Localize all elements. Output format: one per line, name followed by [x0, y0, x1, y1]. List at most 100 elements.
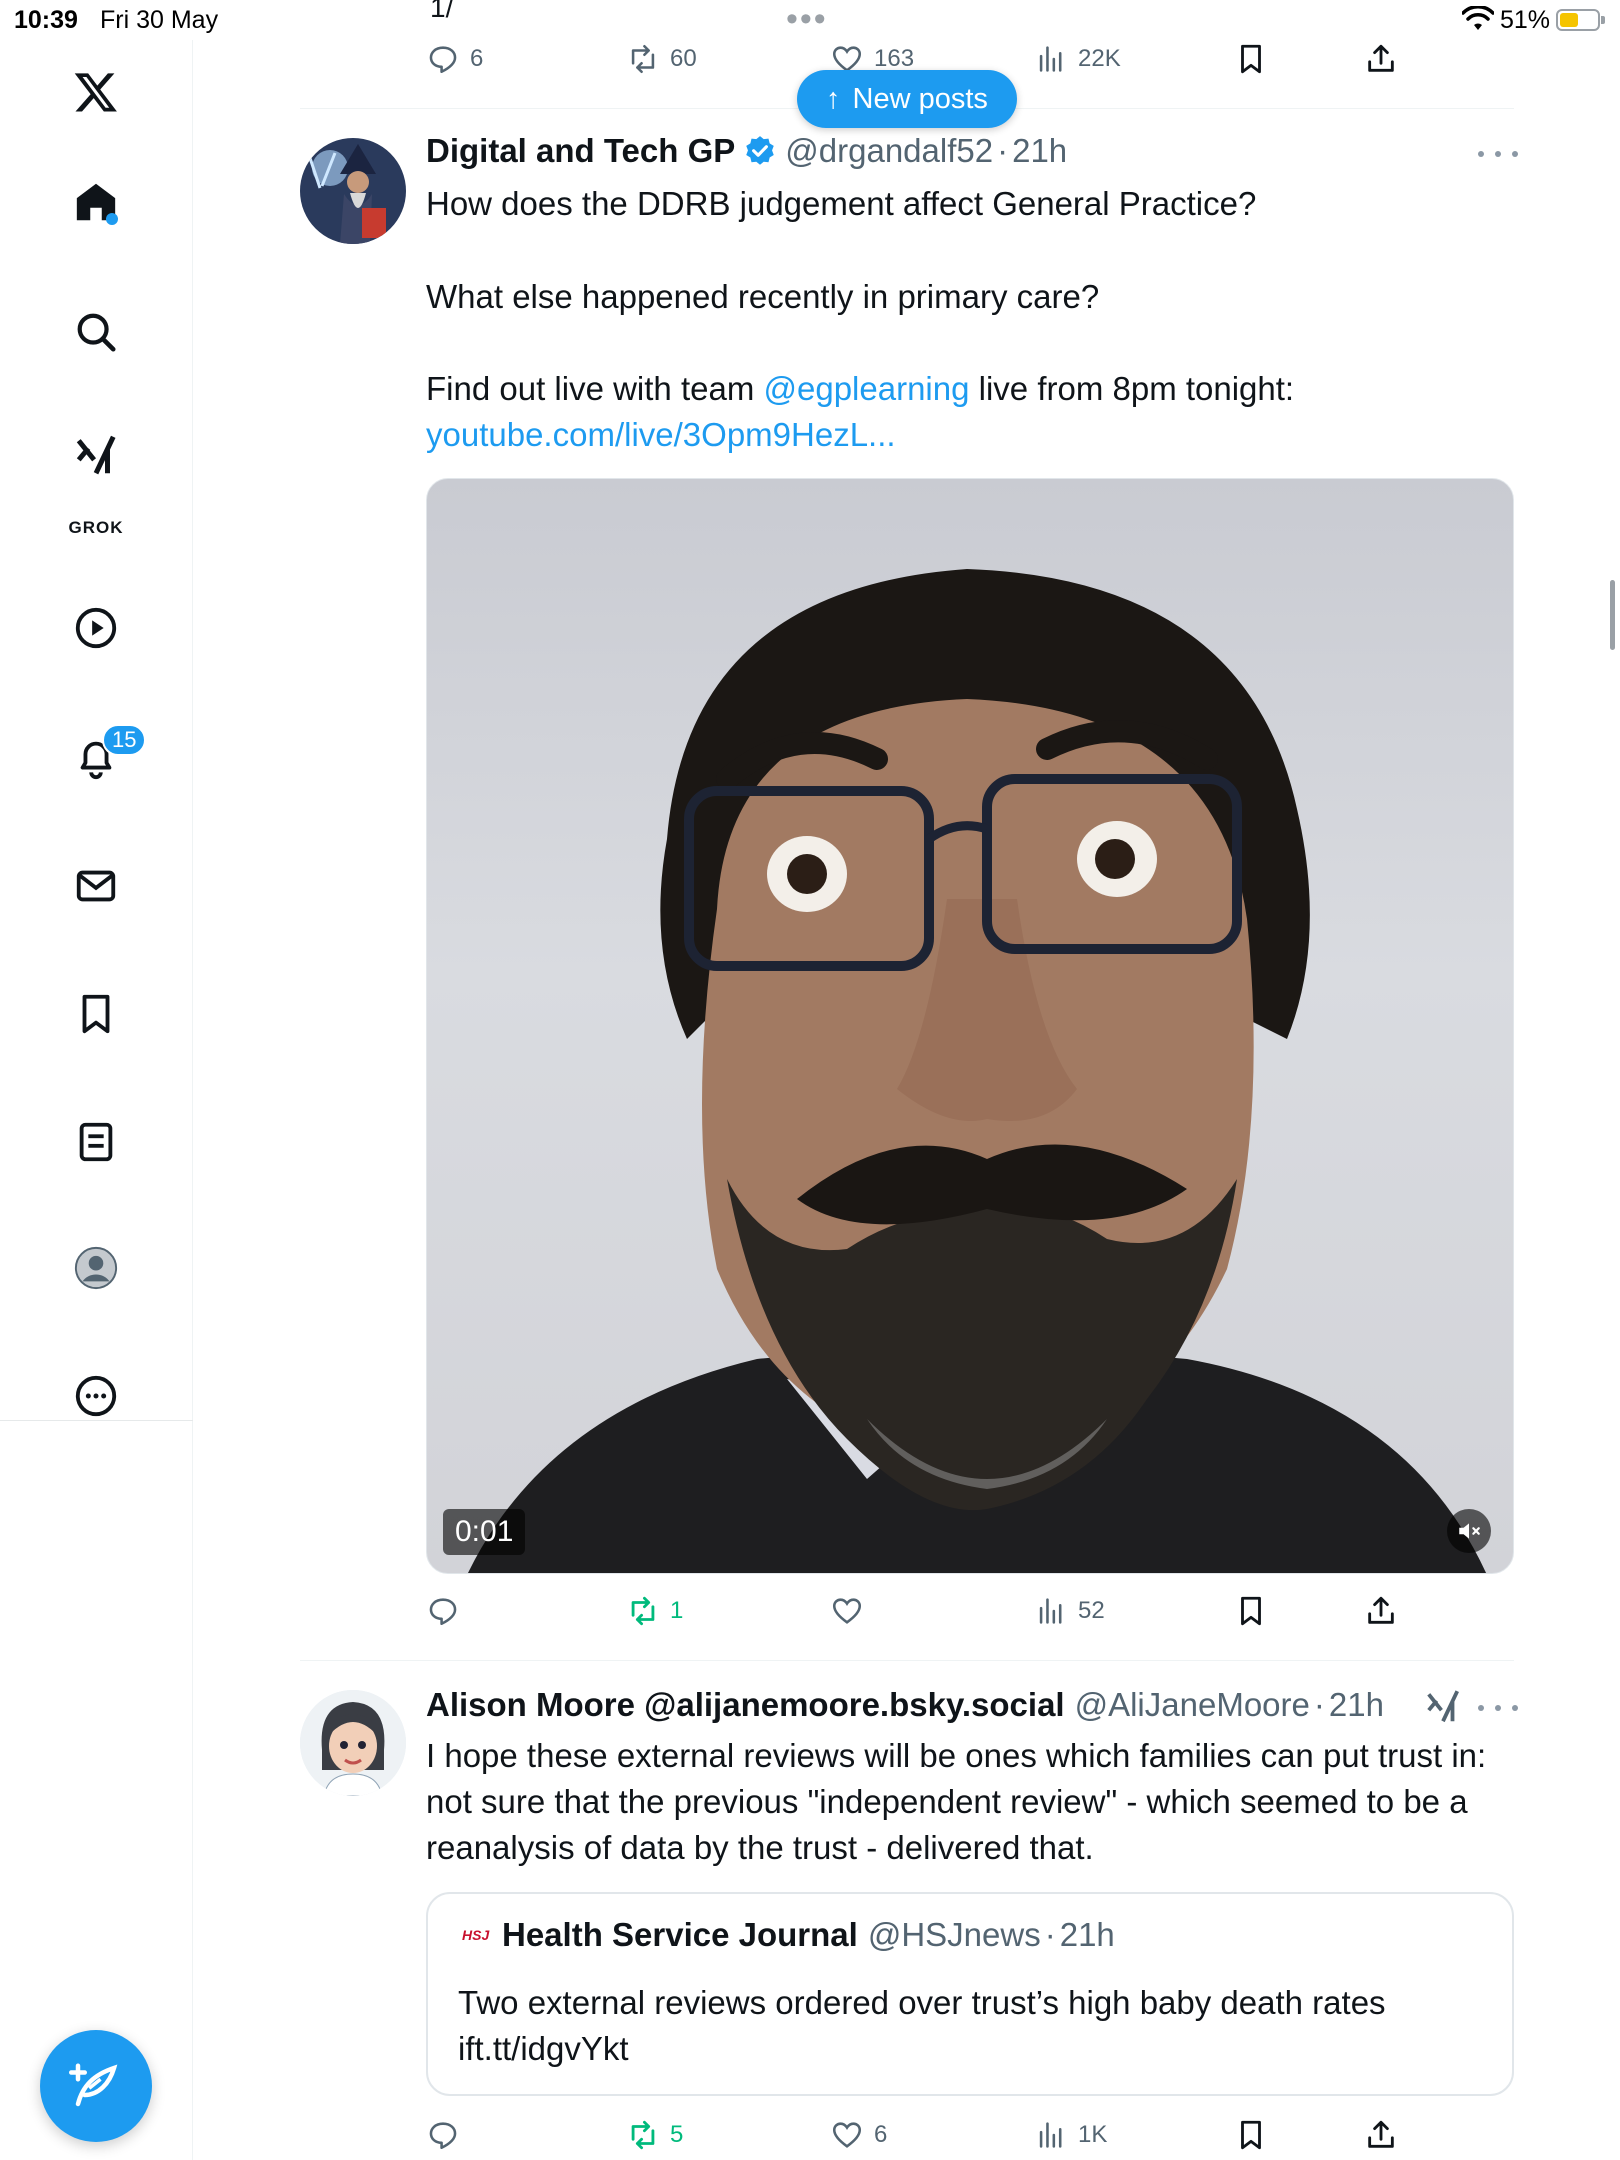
tweet-text: I hope these external reviews will be on…	[426, 1737, 1496, 1866]
views-button[interactable]: 1K	[1034, 2118, 1107, 2152]
quoted-display-name: Health Service Journal	[502, 1916, 858, 1953]
tweet-text-line: What else happened recently in primary c…	[426, 278, 1100, 315]
views-chart-icon	[1039, 1598, 1062, 1624]
mention-link[interactable]: @egplearning	[763, 370, 969, 407]
quoted-tweet-text: Two external reviews ordered over trust’…	[458, 1980, 1386, 2072]
quoted-link[interactable]: ift.tt/idgvYkt	[458, 2026, 1386, 2072]
share-button[interactable]	[1364, 2118, 1398, 2152]
display-name[interactable]: Alison Moore @alijanemoore.bsky.social	[426, 1686, 1065, 1724]
bookmark-icon	[1241, 44, 1261, 74]
reply-icon	[429, 46, 457, 74]
video-timecode: 0:01	[443, 1509, 526, 1555]
prev-repost-button[interactable]: 60	[626, 42, 697, 76]
repost-button[interactable]: 5	[626, 2118, 683, 2152]
views-button[interactable]: 52	[1034, 1594, 1105, 1628]
quoted-separator: ·	[1044, 1916, 1056, 1953]
quoted-text-line: Two external reviews ordered over trust’…	[458, 1984, 1386, 2021]
quoted-tweet-card[interactable]: HSJ Health Service Journal @HSJnews · 21…	[426, 1892, 1514, 2096]
bookmark-button[interactable]	[1234, 1594, 1268, 1628]
views-count: 1K	[1078, 2121, 1108, 2148]
prev-views-button[interactable]: 22K	[1034, 42, 1121, 76]
bookmark-icon	[1241, 2120, 1261, 2150]
mute-toggle-button[interactable]	[1447, 1509, 1491, 1553]
user-handle[interactable]: @AliJaneMoore	[1075, 1686, 1310, 1724]
share-button[interactable]	[1364, 1594, 1398, 1628]
repost-icon	[631, 1596, 655, 1626]
repost-icon	[631, 2120, 655, 2150]
avatar[interactable]	[300, 1690, 406, 1796]
more-options-icon[interactable]	[70, 1370, 122, 1422]
like-button[interactable]: 6	[830, 2118, 887, 2152]
bookmarks-icon[interactable]	[70, 988, 122, 1040]
battery-icon	[1556, 9, 1605, 31]
repost-icon	[631, 44, 655, 74]
youtube-link[interactable]: youtube.com/live/3Opm9HezL...	[426, 412, 896, 458]
prev-bookmark-button[interactable]	[1234, 42, 1268, 76]
battery-percent: 51%	[1500, 6, 1551, 34]
sidebar-nav: GROK 15	[0, 40, 193, 2160]
search-icon[interactable]	[70, 306, 122, 358]
x-logo-icon[interactable]	[70, 66, 122, 118]
views-chart-icon	[1039, 2122, 1062, 2148]
messages-envelope-icon[interactable]	[70, 860, 122, 912]
tweet-separator	[300, 1660, 1514, 1661]
grok-icon[interactable]	[70, 430, 122, 482]
post-time[interactable]: 21h	[1329, 1686, 1384, 1724]
bookmark-icon	[1241, 1596, 1261, 1626]
like-button[interactable]	[830, 1594, 874, 1628]
text-segment: Find out live with team	[426, 370, 764, 407]
avatar[interactable]	[300, 138, 406, 244]
quoted-time: 21h	[1059, 1916, 1115, 1953]
display-name[interactable]: Digital and Tech GP	[426, 132, 735, 170]
verified-badge-icon	[746, 136, 775, 165]
quoted-tweet-header: HSJ Health Service Journal @HSJnews · 21…	[462, 1916, 1115, 1954]
video-play-icon[interactable]	[70, 602, 122, 654]
prev-repost-count: 60	[670, 45, 697, 72]
scrollbar-thumb[interactable]	[1610, 580, 1615, 650]
more-menu-icon[interactable]	[1478, 144, 1518, 164]
status-time: 10:39	[14, 6, 78, 34]
header-separator: ·	[997, 132, 1009, 169]
reply-button[interactable]	[426, 1594, 470, 1628]
prev-tweet-text-fragment: 1/	[430, 0, 454, 23]
heart-icon	[832, 2122, 862, 2148]
tweet-text-line: How does the DDRB judgement affect Gener…	[426, 185, 1257, 222]
share-icon	[1368, 2120, 1394, 2148]
video-player[interactable]: 0:01	[426, 478, 1514, 1574]
compose-post-button[interactable]	[40, 2030, 152, 2142]
repost-button[interactable]: 1	[626, 1594, 683, 1628]
quoted-handle: @HSJnews	[867, 1916, 1041, 1953]
grok-label: GROK	[68, 518, 124, 537]
status-bar: 10:39 Fri 30 May ••• 51%	[0, 0, 1620, 40]
repost-count: 1	[670, 1597, 684, 1624]
repost-count: 5	[670, 2121, 684, 2148]
bookmark-button[interactable]	[1234, 2118, 1268, 2152]
new-posts-button[interactable]: ↑ New posts	[797, 70, 1017, 128]
status-date: Fri 30 May	[100, 6, 219, 34]
lists-icon[interactable]	[70, 1116, 122, 1168]
user-handle[interactable]: @drgandalf52	[785, 132, 993, 170]
feather-plus-icon	[69, 2063, 118, 2107]
profile-avatar-icon[interactable]	[70, 1242, 122, 1294]
tweet-header: Alison Moore @alijanemoore.bsky.social @…	[426, 1686, 1384, 1724]
speaker-muted-icon	[1459, 1523, 1480, 1539]
multitask-dots-icon[interactable]: •••	[786, 0, 828, 39]
views-count: 52	[1078, 1597, 1105, 1624]
more-menu-icon[interactable]	[1478, 1698, 1518, 1718]
text-segment: live from 8pm tonight:	[969, 370, 1295, 407]
post-time[interactable]: 21h	[1012, 132, 1067, 170]
prev-share-button[interactable]	[1364, 42, 1398, 76]
like-count: 6	[874, 2121, 888, 2148]
heart-icon	[832, 1598, 862, 1624]
home-unread-dot	[106, 213, 118, 225]
reply-icon	[429, 1598, 457, 1626]
tweet-text-line: Find out live with team @egplearning liv…	[426, 366, 1294, 412]
notifications-count-badge: 15	[102, 724, 147, 756]
prev-like-count: 163	[874, 45, 915, 72]
header-separator: ·	[1313, 1686, 1325, 1723]
prev-views-count: 22K	[1078, 45, 1121, 72]
sidebar-divider	[0, 1420, 193, 1421]
reply-button[interactable]	[426, 2118, 470, 2152]
grok-explain-icon[interactable]	[1424, 1688, 1462, 1726]
prev-reply-button[interactable]: 6	[426, 42, 483, 76]
